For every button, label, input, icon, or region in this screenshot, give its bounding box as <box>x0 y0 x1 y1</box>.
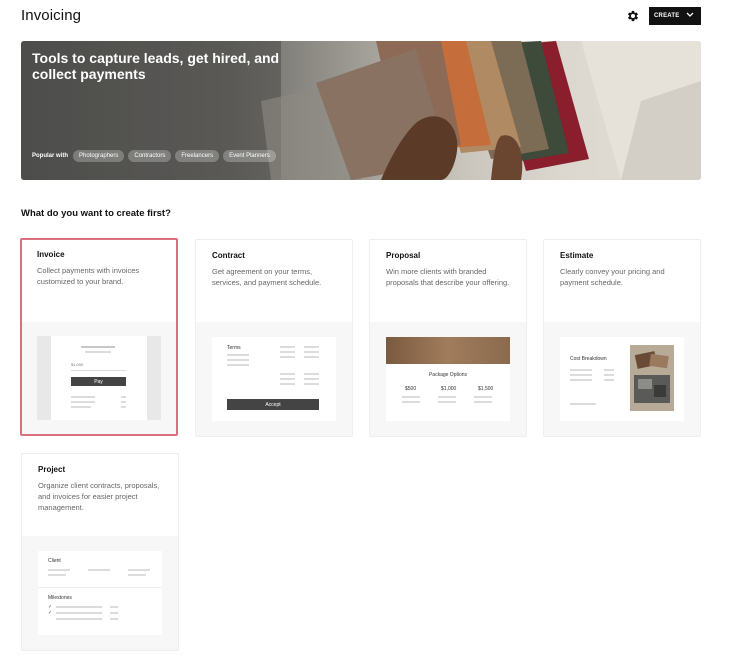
card-title: Contract <box>212 251 245 260</box>
tag-contractors[interactable]: Contractors <box>128 150 172 162</box>
card-description: Win more clients with branded proposals … <box>386 267 510 287</box>
hero-banner: Tools to capture leads, get hired, and c… <box>21 41 701 180</box>
contract-preview: Terms Accept <box>212 337 336 421</box>
hero-title: Tools to capture leads, get hired, and c… <box>32 50 280 82</box>
chevron-down-icon <box>686 12 694 20</box>
proposal-preview: Package Options $500 $1,000 $1,500 <box>386 337 510 421</box>
tag-freelancers[interactable]: Freelancers <box>175 150 220 162</box>
card-title: Proposal <box>386 251 421 260</box>
card-preview-area: Client Milestones ✓ ✓ <box>22 536 178 650</box>
card-invoice[interactable]: Invoice Collect payments with invoices c… <box>20 238 178 436</box>
card-proposal[interactable]: Proposal Win more clients with branded p… <box>369 239 527 437</box>
cost-breakdown-heading: Cost Breakdown <box>570 356 607 362</box>
pay-button-preview: Pay <box>71 377 126 386</box>
tag-event-planners[interactable]: Event Planners <box>223 150 276 162</box>
page-header: Invoicing CREATE <box>21 7 701 27</box>
invoice-amount: $1,000 <box>71 362 84 367</box>
price-option: $500 <box>405 386 417 392</box>
project-preview: Client Milestones ✓ ✓ <box>38 551 162 635</box>
card-title: Project <box>38 465 66 474</box>
card-description: Collect payments with invoices customize… <box>37 266 140 286</box>
page-title: Invoicing <box>21 7 82 24</box>
accept-button-preview: Accept <box>227 399 319 410</box>
create-button[interactable]: CREATE <box>649 7 701 25</box>
card-preview-area: $1,000 Pay <box>22 322 176 434</box>
popular-with-label: Popular with <box>32 153 68 159</box>
package-options-heading: Package Options <box>428 372 468 378</box>
popular-with-tags: Popular with Photographers Contractors F… <box>32 150 276 162</box>
client-label: Client <box>48 558 61 564</box>
proposal-header-image <box>386 337 510 364</box>
card-description: Clearly convey your pricing and payment … <box>560 267 665 287</box>
card-preview-area: Package Options $500 $1,000 $1,500 <box>370 322 526 436</box>
terms-heading: Terms <box>227 345 241 351</box>
card-estimate[interactable]: Estimate Clearly convey your pricing and… <box>543 239 701 437</box>
price-option: $1,000 <box>441 386 457 392</box>
gear-icon[interactable] <box>626 9 640 23</box>
card-preview-area: Cost Breakdown <box>544 322 700 436</box>
check-icon: ✓ <box>48 610 53 616</box>
estimate-image <box>630 345 674 411</box>
invoice-preview: $1,000 Pay <box>37 336 161 420</box>
card-title: Invoice <box>37 250 65 259</box>
milestones-label: Milestones <box>48 595 72 601</box>
tag-photographers[interactable]: Photographers <box>73 150 125 162</box>
card-project[interactable]: Project Organize client contracts, propo… <box>21 453 179 651</box>
section-title: What do you want to create first? <box>21 208 171 219</box>
price-option: $1,500 <box>478 386 494 392</box>
card-title: Estimate <box>560 251 594 260</box>
card-preview-area: Terms Accept <box>196 322 352 436</box>
card-description: Get agreement on your terms, services, a… <box>212 267 322 287</box>
card-description: Organize client contracts, proposals, an… <box>38 481 160 512</box>
card-contract[interactable]: Contract Get agreement on your terms, se… <box>195 239 353 437</box>
estimate-preview: Cost Breakdown <box>560 337 684 421</box>
create-button-label: CREATE <box>654 13 680 19</box>
